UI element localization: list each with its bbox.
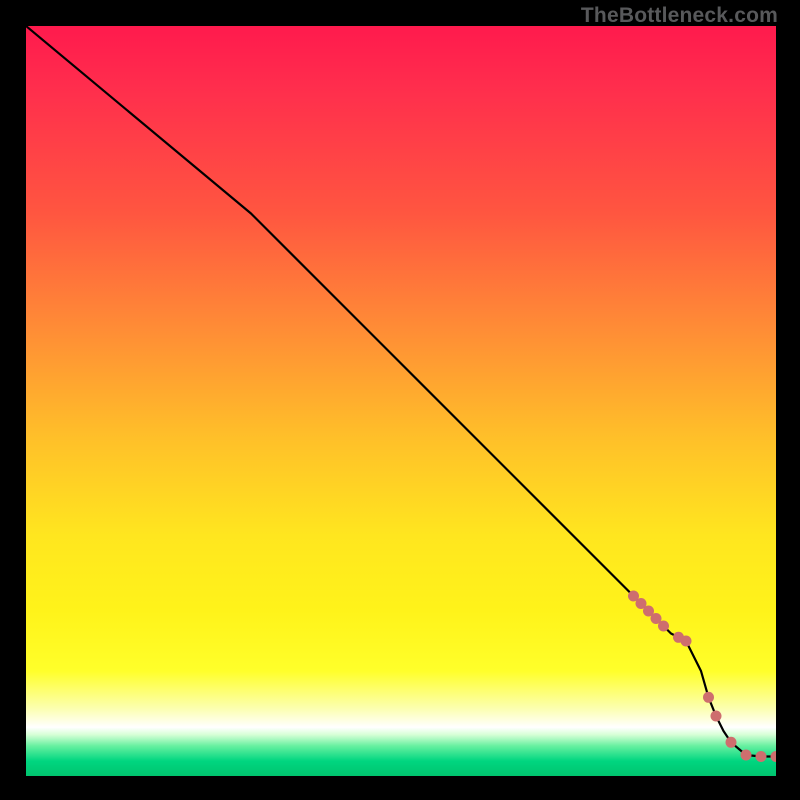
gradient-plot <box>26 26 776 776</box>
chart-frame: TheBottleneck.com <box>0 0 800 800</box>
attribution-text: TheBottleneck.com <box>581 4 778 28</box>
